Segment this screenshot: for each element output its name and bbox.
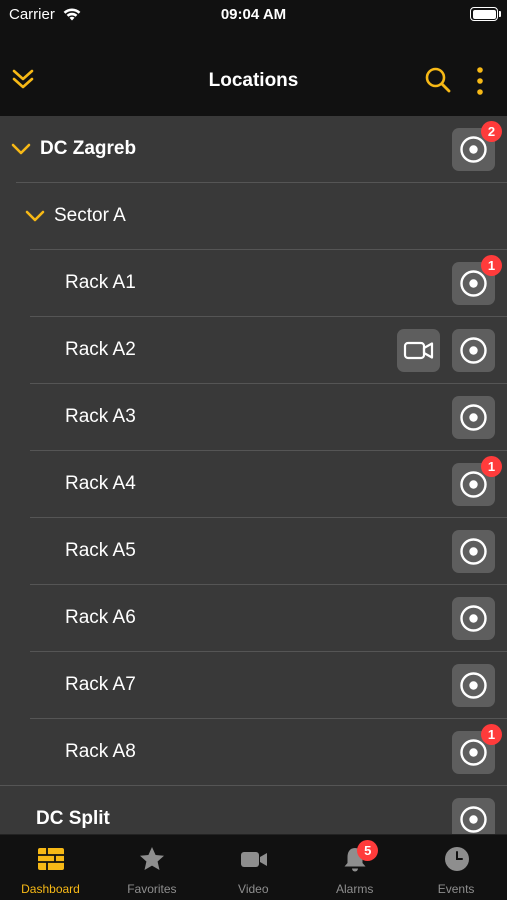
alarm-count-badge: 1 (481, 255, 502, 276)
status-button[interactable] (452, 329, 495, 372)
tab-events[interactable]: Events (406, 835, 507, 900)
alarm-count-badge: 1 (481, 456, 502, 477)
chevron-down-icon[interactable] (24, 208, 46, 224)
location-label: Rack A3 (65, 406, 136, 427)
location-row[interactable]: Rack A4 1 (0, 451, 507, 518)
search-icon[interactable] (424, 66, 452, 94)
dashboard-grid-icon (36, 845, 66, 873)
status-target-icon (460, 404, 487, 431)
video-camera-icon (239, 845, 269, 873)
location-label: Rack A4 (65, 473, 136, 494)
location-row[interactable]: Rack A1 1 (0, 250, 507, 317)
navigation-bar: Locations (0, 30, 507, 116)
location-row[interactable]: Rack A5 (0, 518, 507, 585)
alarm-count-badge: 1 (481, 724, 502, 745)
location-label: Rack A6 (65, 607, 136, 628)
tab-label: Alarms (336, 882, 374, 896)
location-label: Rack A2 (65, 339, 136, 360)
chevron-down-icon[interactable] (10, 141, 32, 157)
status-bar: Carrier 09:04 AM (0, 0, 507, 30)
status-button[interactable]: 1 (452, 255, 502, 305)
location-label: Rack A5 (65, 540, 136, 561)
tab-video[interactable]: Video (203, 835, 304, 900)
clock-icon (442, 845, 472, 873)
location-label: Sector A (54, 205, 126, 226)
tab-dashboard[interactable]: Dashboard (0, 835, 101, 900)
tab-label: Favorites (127, 882, 177, 896)
status-target-icon (460, 672, 487, 699)
status-button[interactable] (452, 798, 495, 834)
status-target-icon (460, 806, 487, 833)
status-button[interactable] (452, 530, 495, 573)
status-target-icon (460, 337, 487, 364)
alarm-count-badge: 5 (357, 840, 379, 861)
tab-bar: Dashboard Favorites Video 5 Alarms Events (0, 834, 507, 900)
tab-favorites[interactable]: Favorites (101, 835, 202, 900)
status-button[interactable] (452, 396, 495, 439)
location-row[interactable]: Rack A7 (0, 652, 507, 719)
location-row[interactable]: DC Zagreb 2 (0, 116, 507, 183)
status-button[interactable] (452, 664, 495, 707)
location-row[interactable]: Rack A3 (0, 384, 507, 451)
status-target-icon (460, 605, 487, 632)
tab-label: Video (238, 882, 269, 896)
status-target-icon (460, 538, 487, 565)
status-button[interactable]: 2 (452, 121, 502, 171)
alarm-count-badge: 2 (481, 121, 502, 142)
location-row[interactable]: DC Split (0, 786, 507, 834)
location-list: DC Zagreb 2 Sector A Rack A1 1 Rack A2 Rack A3… (0, 116, 507, 834)
location-row[interactable]: Rack A6 (0, 585, 507, 652)
location-label: Rack A8 (65, 741, 136, 762)
camera-button[interactable] (397, 329, 440, 372)
location-row[interactable]: Sector A (0, 183, 507, 250)
location-row[interactable]: Rack A2 (0, 317, 507, 384)
location-row[interactable]: Rack A8 1 (0, 719, 507, 786)
location-label: Rack A7 (65, 674, 136, 695)
location-label: DC Zagreb (40, 138, 137, 159)
tab-label: Dashboard (21, 882, 80, 896)
more-options-icon[interactable] (470, 66, 490, 96)
location-label: Rack A1 (65, 272, 136, 293)
video-camera-icon (403, 341, 434, 360)
battery-icon (470, 7, 501, 21)
status-button[interactable] (452, 597, 495, 640)
tab-label: Events (437, 882, 475, 896)
location-label: DC Split (36, 808, 110, 829)
status-time: 09:04 AM (220, 6, 287, 23)
status-button[interactable]: 1 (452, 724, 502, 774)
tab-alarms[interactable]: 5 Alarms (304, 835, 405, 900)
star-icon (137, 845, 167, 873)
status-button[interactable]: 1 (452, 456, 502, 506)
